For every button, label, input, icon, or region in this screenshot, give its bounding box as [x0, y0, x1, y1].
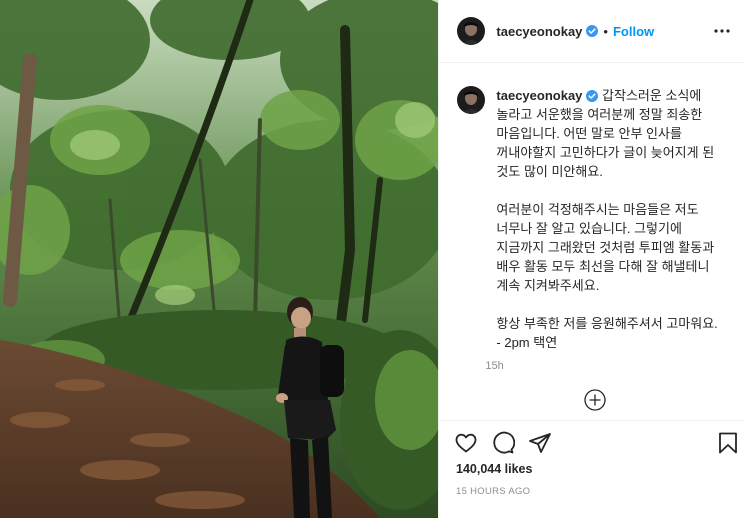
- caption-avatar[interactable]: [457, 86, 486, 114]
- header-username[interactable]: taecyeonokay: [496, 24, 582, 39]
- action-bar: [440, 420, 745, 465]
- post-photo[interactable]: [0, 0, 439, 518]
- comment-icon[interactable]: [491, 431, 515, 455]
- forest-photo-image: [0, 0, 439, 518]
- post-header: taecyeonokay • Follow: [439, 0, 745, 63]
- load-more-comments-icon[interactable]: [584, 389, 606, 411]
- verified-badge-icon: [586, 90, 599, 102]
- save-bookmark-icon[interactable]: [716, 431, 740, 455]
- caption-timestamp[interactable]: 15h: [485, 360, 732, 372]
- verified-badge-icon: [586, 25, 599, 37]
- caption-username[interactable]: taecyeonokay: [496, 88, 582, 103]
- likes-count[interactable]: 140,044 likes: [456, 462, 532, 476]
- posted-ago[interactable]: 15 HOURS AGO: [456, 486, 530, 497]
- caption-body: taecyeonokay 갑작스러운 소식에 놀라고 서운했을 여러분께 정말 …: [496, 86, 732, 352]
- header-separator: •: [603, 23, 608, 39]
- user-avatar[interactable]: [457, 17, 486, 45]
- more-options-icon[interactable]: [713, 22, 731, 40]
- post-caption: taecyeonokay 갑작스러운 소식에 놀라고 서운했을 여러분께 정말 …: [457, 86, 729, 372]
- heart-icon[interactable]: [454, 431, 478, 455]
- caption-text: 갑작스러운 소식에 놀라고 서운했을 여러분께 정말 죄송한 마음입니다. 어떤…: [496, 88, 718, 350]
- follow-button[interactable]: Follow: [613, 24, 654, 39]
- share-icon[interactable]: [528, 431, 552, 455]
